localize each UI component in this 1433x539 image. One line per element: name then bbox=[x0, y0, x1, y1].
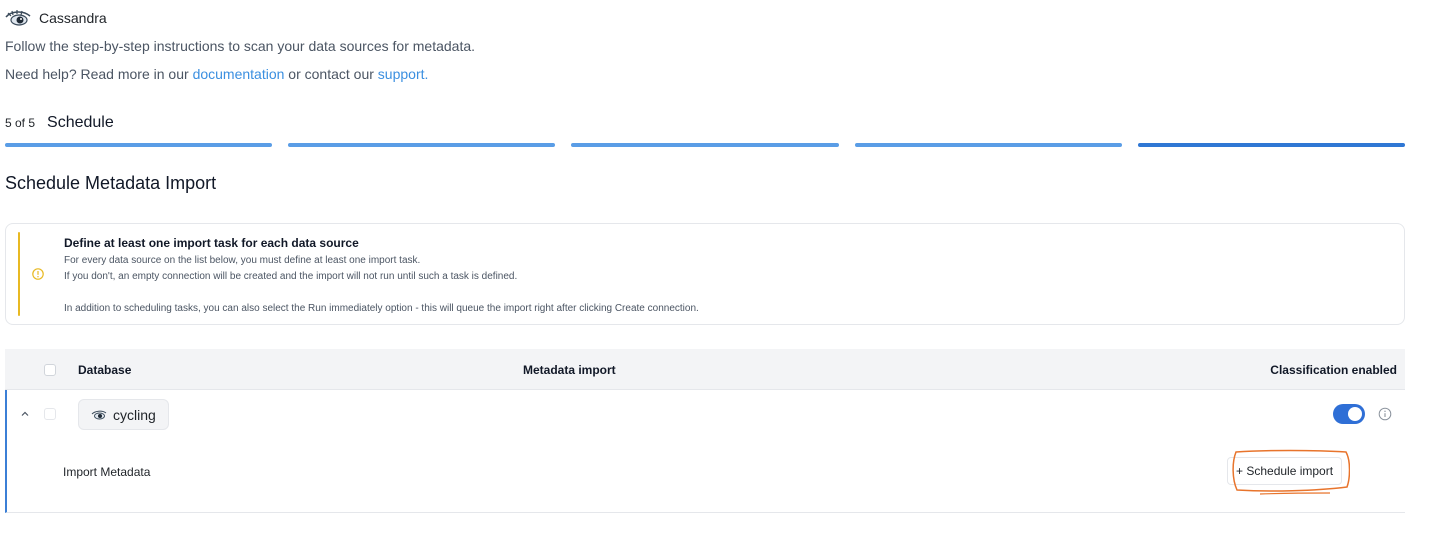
info-icon[interactable] bbox=[1378, 407, 1392, 421]
schedule-import-button[interactable]: + Schedule import bbox=[1227, 457, 1343, 485]
step-indicator: 5 of 5 Schedule bbox=[5, 114, 114, 132]
warning-alert: Define at least one import task for each… bbox=[5, 223, 1405, 325]
select-all-checkbox[interactable] bbox=[44, 364, 56, 376]
page-title: Cassandra bbox=[39, 10, 107, 26]
section-title: Schedule Metadata Import bbox=[5, 173, 217, 193]
documentation-link[interactable]: documentation bbox=[193, 66, 285, 82]
alert-line-1: For every data source on the list below,… bbox=[64, 255, 421, 266]
column-classification-enabled: Classification enabled bbox=[1270, 363, 1397, 377]
database-name: cycling bbox=[113, 406, 156, 423]
chevron-up-icon[interactable] bbox=[19, 408, 31, 420]
table-row: cycling Import Metadata + Schedule impor… bbox=[5, 390, 1405, 513]
progress-step-1 bbox=[5, 143, 273, 147]
help-text: Need help? Read more in our documentatio… bbox=[5, 66, 428, 82]
progress-step-5 bbox=[1137, 143, 1406, 147]
column-database: Database bbox=[78, 363, 132, 377]
alert-heading: Define at least one import task for each… bbox=[64, 236, 359, 250]
progress-step-4 bbox=[854, 143, 1122, 147]
step-count: 5 of 5 bbox=[5, 116, 36, 130]
schedule-import-area: + Schedule import bbox=[1220, 449, 1350, 495]
column-metadata-import: Metadata import bbox=[523, 363, 616, 377]
alert-accent-bar bbox=[18, 232, 20, 316]
alert-line-3: In addition to scheduling tasks, you can… bbox=[64, 303, 699, 314]
progress-step-3 bbox=[571, 143, 839, 147]
import-metadata-label: Import Metadata bbox=[63, 465, 151, 479]
table-header: Database Metadata import Classification … bbox=[5, 349, 1405, 390]
alert-line-2: If you don't, an empty connection will b… bbox=[64, 271, 518, 282]
warning-icon bbox=[32, 268, 44, 280]
page-header: Cassandra bbox=[5, 8, 107, 28]
help-middle: or contact our bbox=[284, 66, 378, 82]
database-chip: cycling bbox=[78, 399, 169, 430]
database-table: Database Metadata import Classification … bbox=[5, 349, 1405, 513]
cassandra-eye-icon bbox=[5, 10, 31, 26]
progress-step-2 bbox=[288, 143, 556, 147]
toggle-knob bbox=[1348, 407, 1362, 421]
cassandra-eye-icon bbox=[91, 410, 107, 419]
step-name: Schedule bbox=[47, 114, 114, 131]
help-prefix: Need help? Read more in our bbox=[5, 66, 193, 82]
support-link[interactable]: support. bbox=[378, 66, 429, 82]
step-progress-bar bbox=[5, 143, 1406, 147]
row-checkbox[interactable] bbox=[44, 408, 56, 420]
classification-toggle[interactable] bbox=[1333, 404, 1365, 424]
intro-text: Follow the step-by-step instructions to … bbox=[5, 38, 476, 54]
